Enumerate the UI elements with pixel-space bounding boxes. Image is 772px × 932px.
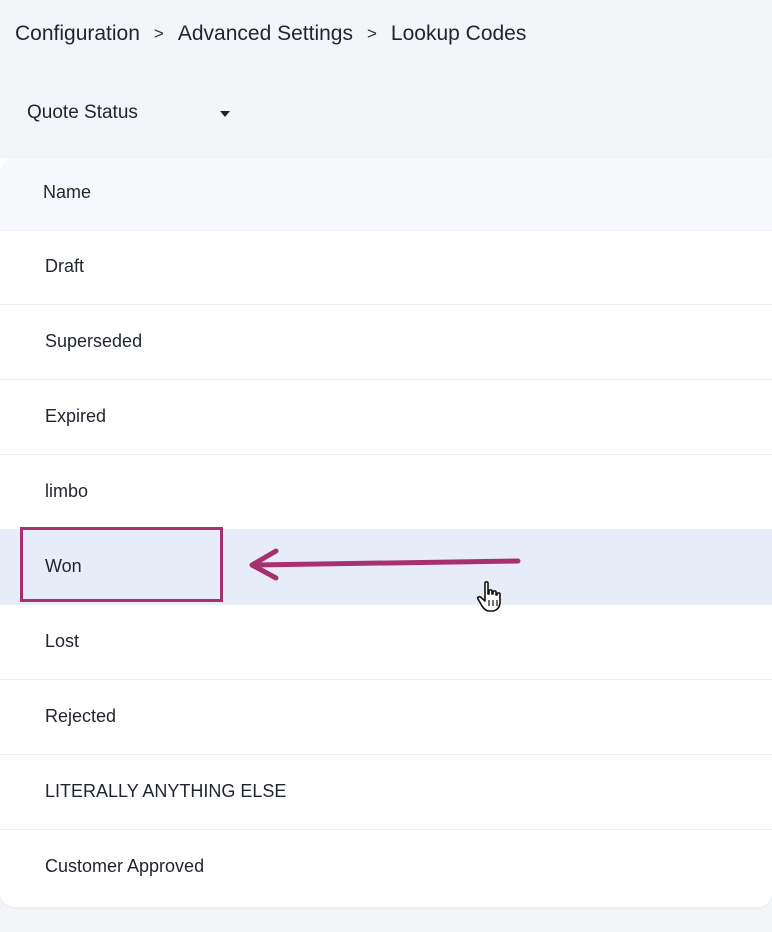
row-name-cell: Superseded: [45, 331, 143, 351]
lookup-type-selected-value: Quote Status: [27, 102, 138, 123]
chevron-right-icon: >: [153, 24, 164, 43]
table-row[interactable]: limbo: [0, 455, 772, 530]
breadcrumb-lookup-codes: Lookup Codes: [390, 22, 527, 45]
column-header-name[interactable]: Name: [43, 182, 91, 203]
table-row-hovered[interactable]: Won: [0, 530, 772, 605]
row-name-cell: Won: [45, 556, 82, 576]
table-row[interactable]: Rejected: [0, 680, 772, 755]
row-name-cell: limbo: [45, 481, 89, 501]
row-name-cell: Customer Approved: [45, 856, 205, 876]
row-name-cell: Expired: [45, 406, 107, 426]
breadcrumb-advanced-settings[interactable]: Advanced Settings: [178, 22, 353, 46]
lookup-codes-table: Name Draft Superseded Expired limbo Won …: [0, 158, 772, 907]
row-name-cell: Lost: [45, 631, 80, 651]
table-header: Name: [0, 158, 772, 231]
table-body: Draft Superseded Expired limbo Won Lost …: [0, 230, 772, 905]
row-name-cell: Rejected: [45, 706, 117, 726]
table-row[interactable]: Lost: [0, 605, 772, 680]
breadcrumb-configuration[interactable]: Configuration: [15, 22, 140, 46]
caret-down-icon: [220, 111, 230, 117]
lookup-type-dropdown[interactable]: Quote Status: [18, 94, 248, 132]
table-row[interactable]: Superseded: [0, 305, 772, 380]
table-row[interactable]: Expired: [0, 380, 772, 455]
table-row[interactable]: Draft: [0, 230, 772, 305]
table-row[interactable]: LITERALLY ANYTHING ELSE: [0, 755, 772, 830]
chevron-right-icon: >: [366, 24, 377, 43]
breadcrumb: Configuration > Advanced Settings > Look…: [15, 20, 526, 48]
table-row[interactable]: Customer Approved: [0, 830, 772, 905]
row-name-cell: Draft: [45, 256, 85, 276]
row-name-cell: LITERALLY ANYTHING ELSE: [45, 781, 287, 801]
